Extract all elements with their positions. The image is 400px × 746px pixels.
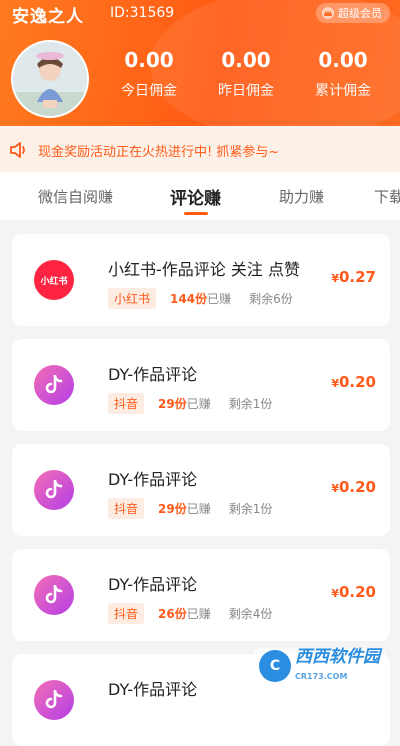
stat-value: 0.00 — [318, 48, 368, 72]
platform-badge: 抖音 — [108, 603, 145, 624]
tab-indicator — [183, 212, 208, 215]
currency-symbol: ¥ — [331, 482, 339, 495]
currency-symbol: ¥ — [331, 587, 339, 600]
task-price: ¥0.20 — [331, 373, 376, 391]
notice-bar[interactable]: 现金奖励活动正在火热进行中! 抓紧参与~ — [0, 128, 400, 172]
task-meta: 抖音 26份已赚 剩余4份 — [108, 603, 272, 624]
tab-label: 下载 — [374, 188, 400, 206]
stat-total: 0.00 累计佣金 — [298, 48, 388, 100]
done-count-group: 29份已赚 — [158, 395, 211, 412]
vip-button[interactable]: 超级会员 — [316, 3, 390, 23]
xiaohongshu-icon: 小红书 — [34, 260, 74, 300]
task-title: 小红书-作品评论 关注 点赞 — [108, 260, 300, 279]
platform-badge: 小红书 — [108, 288, 157, 309]
stat-label: 今日佣金 — [121, 83, 177, 99]
watermark-name: 西西软件园 — [295, 647, 380, 667]
price-value: 0.20 — [338, 583, 376, 601]
cr-logo-icon: C — [259, 650, 291, 682]
username: 安逸之人 — [12, 7, 84, 27]
avatar[interactable] — [11, 40, 89, 118]
stat-value: 0.00 — [221, 48, 271, 72]
platform-badge: 抖音 — [108, 498, 145, 519]
vip-label: 超级会员 — [338, 7, 382, 20]
stat-label: 累计佣金 — [315, 83, 371, 99]
remaining-count: 剩余6份 — [249, 292, 293, 306]
price-value: 0.27 — [338, 268, 376, 286]
done-count: 29份 — [158, 397, 187, 411]
douyin-icon — [34, 365, 74, 405]
watermark-sub: CR173.COM — [295, 672, 348, 681]
task-meta: 小红书 144份已赚 剩余6份 — [108, 288, 293, 309]
done-count-group: 26份已赚 — [158, 605, 211, 622]
task-title: DY-作品评论 — [108, 575, 198, 594]
tab-label: 微信自阅赚 — [38, 188, 114, 206]
price-value: 0.20 — [338, 478, 376, 496]
currency-symbol: ¥ — [331, 272, 339, 285]
done-count: 26份 — [158, 607, 187, 621]
task-meta: 抖音 29份已赚 剩余1份 — [108, 393, 272, 414]
task-tabs: 微信自阅赚 评论赚 助力赚 下载 — [0, 172, 400, 220]
task-card[interactable]: DY-作品评论 抖音 29份已赚 剩余1份 ¥0.20 — [12, 339, 390, 431]
tab-download[interactable]: 下载 — [374, 186, 400, 207]
done-count-group: 144份已赚 — [170, 290, 231, 307]
remaining-count: 剩余1份 — [228, 397, 273, 411]
task-card[interactable]: DY-作品评论 抖音 29份已赚 剩余1份 ¥0.20 — [12, 444, 390, 536]
stat-value: 0.00 — [124, 48, 174, 72]
watermark-logo: C 西西软件园 CR173.COM — [253, 648, 386, 684]
stat-yesterday: 0.00 昨日佣金 — [201, 48, 291, 100]
speaker-icon — [10, 142, 25, 158]
tab-label: 评论赚 — [170, 189, 221, 209]
stat-label: 昨日佣金 — [218, 83, 274, 99]
watermark-text: 西西软件园 CR173.COM — [295, 649, 380, 683]
done-suffix: 已赚 — [186, 607, 211, 621]
task-meta: 抖音 29份已赚 剩余1份 — [108, 498, 272, 519]
price-value: 0.20 — [338, 373, 376, 391]
douyin-icon — [34, 680, 74, 720]
notice-text: 现金奖励活动正在火热进行中! 抓紧参与~ — [38, 144, 280, 160]
task-title: DY-作品评论 — [108, 470, 198, 489]
douyin-icon — [34, 575, 74, 615]
profile-header: 安逸之人 ID:31569 超级会员 0.00 今日佣金 0.00 昨日佣金 0… — [0, 0, 400, 126]
done-suffix: 已赚 — [186, 502, 211, 516]
task-price: ¥0.20 — [331, 583, 376, 601]
platform-badge: 抖音 — [108, 393, 145, 414]
tab-label: 助力赚 — [279, 188, 325, 206]
task-price: ¥0.20 — [331, 478, 376, 496]
remaining-count: 剩余1份 — [228, 502, 273, 516]
tab-assist[interactable]: 助力赚 — [279, 186, 324, 207]
tab-wechat[interactable]: 微信自阅赚 — [38, 186, 113, 207]
task-price: ¥0.27 — [331, 268, 376, 286]
done-suffix: 已赚 — [207, 292, 232, 306]
task-card[interactable]: 小红书 小红书-作品评论 关注 点赞 小红书 144份已赚 剩余6份 ¥0.27 — [12, 234, 390, 326]
done-count: 144份 — [170, 292, 208, 306]
user-id: ID:31569 — [110, 5, 175, 21]
done-count: 29份 — [158, 502, 187, 516]
remaining-count: 剩余4份 — [228, 607, 273, 621]
task-title: DY-作品评论 — [108, 680, 198, 699]
done-count-group: 29份已赚 — [158, 500, 211, 517]
douyin-icon — [34, 470, 74, 510]
tab-comment[interactable]: 评论赚 — [170, 184, 221, 215]
done-suffix: 已赚 — [186, 397, 211, 411]
stat-today: 0.00 今日佣金 — [104, 48, 194, 100]
crown-icon — [322, 7, 334, 19]
currency-symbol: ¥ — [331, 377, 339, 390]
task-card[interactable]: DY-作品评论 抖音 26份已赚 剩余4份 ¥0.20 — [12, 549, 390, 641]
task-title: DY-作品评论 — [108, 365, 198, 384]
